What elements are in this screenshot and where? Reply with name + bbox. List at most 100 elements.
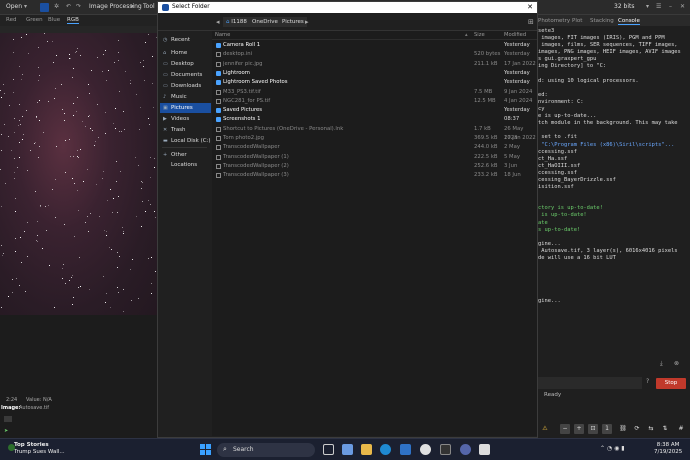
- terminal-icon[interactable]: [440, 444, 451, 455]
- help-icon[interactable]: ?: [646, 378, 649, 385]
- sidebar-item-documents[interactable]: ▭ Documents: [160, 70, 211, 80]
- store-icon[interactable]: [400, 444, 411, 455]
- tab-green[interactable]: Green: [26, 17, 43, 23]
- sidebar-item-other-locations[interactable]: + Other Locations: [160, 150, 211, 168]
- file-row[interactable]: TranscodedWallpaper 244.0 kB 2 May: [212, 143, 537, 152]
- column-modified[interactable]: Modified: [504, 32, 526, 38]
- close-icon[interactable]: ✕: [527, 3, 533, 11]
- sidebar-item-trash[interactable]: ✕ Trash: [160, 125, 211, 135]
- dialog-titlebar[interactable]: Select Folder ✕: [158, 2, 537, 13]
- zoom-fit-icon[interactable]: [4, 416, 12, 422]
- copilot-icon[interactable]: [342, 444, 353, 455]
- clock[interactable]: 8:38 AM 7/19/2025: [654, 442, 682, 456]
- zoom-in-icon[interactable]: +: [574, 424, 584, 434]
- sidebar-item-recent[interactable]: ◷ Recent: [160, 35, 211, 45]
- sidebar-item-downloads[interactable]: ▭ Downloads: [160, 81, 211, 91]
- console-line: images, films, SER sequences, TIFF image…: [538, 42, 678, 49]
- app-icon[interactable]: [479, 444, 490, 455]
- file-row[interactable]: NGC281_for PS.tif 12.5 MB 4 Jan 2024: [212, 97, 537, 106]
- tab-photometry[interactable]: Photometry: [538, 18, 570, 24]
- new-folder-icon[interactable]: ⊞: [528, 18, 534, 26]
- open-dropdown-icon[interactable]: ▾: [24, 3, 27, 10]
- chevron-down-icon[interactable]: ▾: [646, 3, 649, 10]
- file-row[interactable]: desktop.ini 520 bytes Yesterday: [212, 50, 537, 59]
- sidebar-item-local-disk-c[interactable]: ▬ Local Disk (C:): [160, 136, 211, 146]
- chevron-down-icon[interactable]: ▾: [131, 3, 134, 10]
- column-size[interactable]: Size: [474, 32, 485, 38]
- zoom-fit-icon[interactable]: ⊡: [588, 424, 598, 434]
- star-point: [116, 212, 118, 214]
- siril-icon[interactable]: [460, 444, 471, 455]
- folder-row[interactable]: Screenshots 1 08:37: [212, 115, 537, 124]
- file-row[interactable]: TranscodedWallpaper (1) 222.5 kB 5 May: [212, 153, 537, 162]
- image-viewer[interactable]: [0, 33, 158, 315]
- breadcrumb-onedrive[interactable]: OneDrive: [249, 17, 281, 27]
- command-input[interactable]: [538, 377, 642, 389]
- breadcrumb-pictures[interactable]: Pictures: [279, 17, 307, 27]
- star-point: [140, 188, 142, 190]
- file-row[interactable]: M33_PS3.tif.tif 7.5 MB 9 Jan 2024: [212, 88, 537, 97]
- grid-icon[interactable]: #: [676, 424, 686, 434]
- sidebar-item-pictures[interactable]: ▣ Pictures: [160, 103, 211, 113]
- star-point: [94, 145, 96, 147]
- redo-icon[interactable]: ↷: [76, 3, 81, 10]
- news-widget[interactable]: Top Stories Trump Sues Wall...: [8, 442, 65, 456]
- rotate-icon[interactable]: ⟳: [632, 424, 642, 434]
- menu-icon[interactable]: ☰: [656, 3, 661, 10]
- folder-row[interactable]: Camera Roll 1 Yesterday: [212, 41, 537, 50]
- file-row[interactable]: Shortcut to Pictures (OneDrive - Persona…: [212, 125, 537, 141]
- stop-button[interactable]: Stop: [656, 378, 686, 389]
- taskbar-search[interactable]: ⌕ Search: [217, 443, 315, 457]
- sidebar-item-music[interactable]: ♪ Music: [160, 92, 211, 102]
- forward-arrow-icon[interactable]: ▸: [305, 18, 309, 26]
- tab-blue[interactable]: Blue: [48, 17, 60, 23]
- file-row[interactable]: TranscodedWallpaper (3) 233.2 kB 18 Jun: [212, 171, 537, 180]
- zoom-one-icon[interactable]: 1: [602, 424, 612, 434]
- minimize-icon[interactable]: –: [669, 3, 672, 10]
- tab-stacking[interactable]: Stacking: [590, 18, 614, 24]
- folder-row[interactable]: Lightroom Yesterday: [212, 69, 537, 78]
- link-icon[interactable]: ⛓: [618, 424, 628, 434]
- task-view-icon[interactable]: [323, 444, 334, 455]
- breadcrumb-home[interactable]: ⌂ I1188: [223, 17, 250, 27]
- file-row[interactable]: Tom photo2.jpg 369.5 kB 17 Jan 2022: [212, 134, 537, 143]
- edge-icon[interactable]: [380, 444, 391, 455]
- download-icon[interactable]: ⤓: [660, 360, 663, 368]
- mirror-y-icon[interactable]: ⇅: [660, 424, 670, 434]
- home-icon[interactable]: [40, 3, 49, 12]
- clear-icon[interactable]: ⊗: [674, 360, 679, 367]
- cursor-icon[interactable]: ➤: [4, 428, 8, 434]
- undo-icon[interactable]: ↶: [66, 3, 71, 10]
- folder-row[interactable]: Lightroom Saved Photos Yesterday: [212, 78, 537, 87]
- open-menu[interactable]: Open: [6, 3, 22, 10]
- system-tray[interactable]: ⌃ ◔ ◉ ▮: [600, 445, 625, 452]
- bit-depth-selector[interactable]: 32 bits: [614, 3, 635, 10]
- column-name[interactable]: Name: [215, 32, 230, 38]
- tab-rgb[interactable]: RGB: [67, 17, 79, 24]
- folder-row[interactable]: Saved Pictures Yesterday: [212, 106, 537, 115]
- tab-red[interactable]: Red: [6, 17, 16, 23]
- star-point: [115, 160, 117, 162]
- start-button[interactable]: [200, 444, 211, 455]
- mirror-x-icon[interactable]: ⇆: [646, 424, 656, 434]
- tab-plot[interactable]: Plot: [572, 18, 582, 24]
- tab-console[interactable]: Console: [618, 18, 640, 25]
- star-point: [8, 136, 10, 138]
- file-row[interactable]: jennifer pic.jpg 211.1 kB 17 Jan 2022: [212, 60, 537, 69]
- chrome-icon[interactable]: [420, 444, 431, 455]
- file-explorer-icon[interactable]: [361, 444, 372, 455]
- star-point: [35, 191, 37, 193]
- back-arrow-icon[interactable]: ◂: [216, 18, 220, 26]
- gear-icon[interactable]: ✲: [54, 3, 59, 10]
- sidebar-item-videos[interactable]: ▶ Videos: [160, 114, 211, 124]
- star-point: [65, 283, 67, 285]
- zoom-out-icon[interactable]: −: [560, 424, 570, 434]
- warning-icon[interactable]: ⚠: [540, 424, 550, 434]
- tools-menu[interactable]: Tool: [143, 3, 155, 10]
- sidebar-item-desktop[interactable]: ▭ Desktop: [160, 59, 211, 69]
- close-icon[interactable]: ✕: [680, 3, 685, 10]
- file-row[interactable]: TranscodedWallpaper (2) 252.6 kB 3 Jun: [212, 162, 537, 171]
- sidebar-item-home[interactable]: ⌂ Home: [160, 48, 211, 58]
- star-point: [141, 200, 143, 202]
